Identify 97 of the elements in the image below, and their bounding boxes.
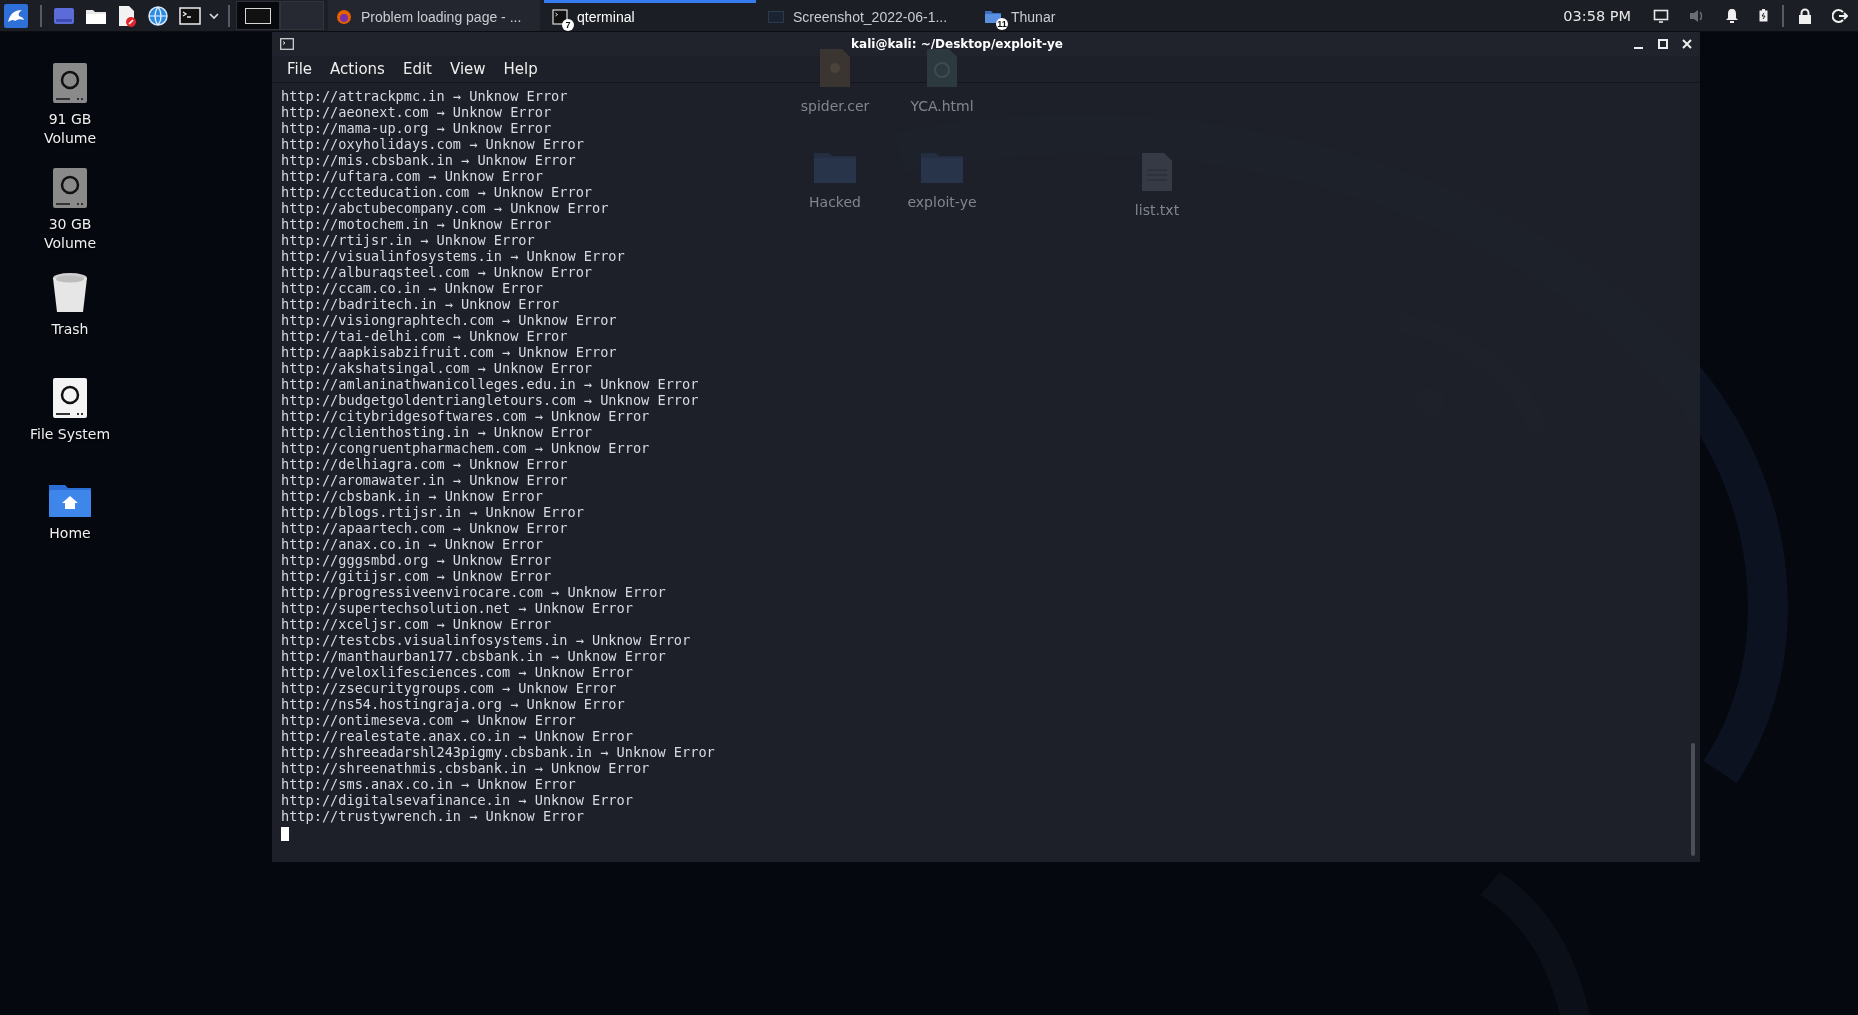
output-line: http://akshatsingal.com → Unknow Error xyxy=(281,360,592,376)
output-line: http://visualinfosystems.in → Unknow Error xyxy=(281,248,625,264)
output-line: http://clienthosting.in → Unknow Error xyxy=(281,424,592,440)
output-line: http://congruentpharmachem.com → Unknow Error xyxy=(281,440,650,456)
browser-icon xyxy=(336,9,352,25)
output-line: http://aapkisabzifruit.com → Unknow Error xyxy=(281,344,617,360)
clock[interactable]: 03:58 PM xyxy=(1563,7,1631,24)
output-line: http://blogs.rtijsr.in → Unknow Error xyxy=(281,504,584,520)
menu-item[interactable]: Actions xyxy=(323,58,392,80)
output-line: http://ccteducation.com → Unknow Error xyxy=(281,184,592,200)
dragon-logo-icon[interactable] xyxy=(4,3,28,28)
output-line: http://gitijsr.com → Unknow Error xyxy=(281,568,552,584)
output-line: http://motochem.in → Unknow Error xyxy=(281,216,552,232)
menu-item[interactable]: Help xyxy=(496,58,545,80)
output-line: http://digitalsevafinance.in → Unknow Error xyxy=(281,792,633,808)
output-line: http://manthaurban177.cbsbank.in → Unknow Error xyxy=(281,648,666,664)
output-line: http://citybridgesoftwares.com → Unknow Error xyxy=(281,408,650,424)
count-badge: 11 xyxy=(996,18,1008,30)
taskbar-task[interactable]: 7 qterminal xyxy=(544,0,756,31)
text-editor-icon[interactable] xyxy=(117,4,137,27)
close-icon[interactable] xyxy=(1682,39,1692,49)
count-badge: 7 xyxy=(562,19,574,31)
output-line: http://abctubecompany.com → Unknow Error xyxy=(281,200,609,216)
file-label: spider.cer xyxy=(800,98,870,114)
drive-icon[interactable] xyxy=(52,62,88,104)
icon-label: 91 GB Volume xyxy=(42,110,98,148)
window-title: kali@kali: ~/Desktop/exploit-ye xyxy=(850,37,1064,51)
home-folder-icon[interactable] xyxy=(48,482,92,518)
logout-icon[interactable] xyxy=(1832,7,1848,24)
terminal-icon[interactable] xyxy=(179,6,201,25)
display-icon[interactable] xyxy=(1653,8,1669,23)
output-line: http://shreenathmis.cbsbank.in → Unknow Error xyxy=(281,760,650,776)
text-cursor xyxy=(281,827,289,841)
output-line: http://alburaqsteel.com → Unknow Error xyxy=(281,264,592,280)
icon-label: Home xyxy=(48,524,92,543)
task-label: qterminal xyxy=(577,9,635,25)
output-line: http://testcbs.visualinfosystems.in → Unknow Error xyxy=(281,632,691,648)
terminal-icon xyxy=(552,9,568,25)
output-line: http://xceljsr.com → Unknow Error xyxy=(281,616,552,632)
output-line: http://aeonext.com → Unknow Error xyxy=(281,104,552,120)
lock-icon[interactable] xyxy=(1798,7,1812,24)
output-line: http://progressiveenvirocare.com → Unknow Error xyxy=(281,584,666,600)
output-line: http://amlaninathwanicolleges.edu.in → Unknow Error xyxy=(281,376,699,392)
task-label: Screenshot_2022-06-1... xyxy=(793,9,948,25)
caret-icon[interactable] xyxy=(209,11,219,20)
output-line: http://anax.co.in → Unknow Error xyxy=(281,536,543,552)
icon-label: File System xyxy=(28,425,112,444)
trash-icon[interactable] xyxy=(52,272,88,314)
menu-item[interactable]: View xyxy=(442,58,493,80)
terminal-icon xyxy=(280,38,294,50)
file-label: exploit-ye xyxy=(907,194,977,210)
output-line: http://oxyholidays.com → Unknow Error xyxy=(281,136,584,152)
desktop-icon[interactable] xyxy=(53,6,75,25)
globe-icon[interactable] xyxy=(147,4,169,27)
output-line: http://budgetgoldentriangletours.com → Unknow Error xyxy=(281,392,699,408)
output-line: http://realestate.anax.co.in → Unknow Error xyxy=(281,728,633,744)
output-line: http://cbsbank.in → Unknow Error xyxy=(281,488,543,504)
output-line: http://aromawater.in → Unknow Error xyxy=(281,472,568,488)
icon-label: Trash xyxy=(50,320,90,339)
output-line: http://delhiagra.com → Unknow Error xyxy=(281,456,568,472)
taskbar-task[interactable]: Problem loading page - ... xyxy=(328,0,540,31)
output-line: http://visiongraphtech.com → Unknow Error xyxy=(281,312,617,328)
output-line: http://supertechsolution.net → Unknow Error xyxy=(281,600,633,616)
file-label: Hacked xyxy=(809,194,861,210)
bell-icon[interactable] xyxy=(1725,7,1739,24)
battery-icon[interactable] xyxy=(1759,9,1768,22)
output-line: http://uftara.com → Unknow Error xyxy=(281,168,543,184)
output-line: http://mama-up.org → Unknow Error xyxy=(281,120,552,136)
file-label: YCA.html xyxy=(910,98,974,114)
menu-item[interactable]: Edit xyxy=(395,58,439,80)
task-label: Thunar xyxy=(1011,9,1056,25)
output-line: http://sms.anax.co.in → Unknow Error xyxy=(281,776,576,792)
output-line: http://trustywrench.in → Unknow Error xyxy=(281,808,584,824)
file-label: list.txt xyxy=(1134,202,1180,218)
output-line: http://zsecuritygroups.com → Unknow Error xyxy=(281,680,617,696)
output-line: http://rtijsr.in → Unknow Error xyxy=(281,232,535,248)
output-line: http://ccam.co.in → Unknow Error xyxy=(281,280,543,296)
output-line: http://tai-delhi.com → Unknow Error xyxy=(281,328,568,344)
task-label: Problem loading page - ... xyxy=(361,9,522,25)
menu-item[interactable]: File xyxy=(280,58,320,80)
output-line: http://apaartech.com → Unknow Error xyxy=(281,520,568,536)
image-icon xyxy=(768,11,784,23)
output-line: http://attrackpmc.in → Unknow Error xyxy=(281,88,568,104)
workspace-button[interactable] xyxy=(236,1,280,30)
scrollbar-thumb[interactable] xyxy=(1691,743,1695,856)
drive-icon[interactable] xyxy=(52,167,88,209)
maximize-icon[interactable] xyxy=(1658,39,1668,49)
output-line: http://badritech.in → Unknow Error xyxy=(281,296,560,312)
icon-label: 30 GB Volume xyxy=(42,215,98,253)
output-line: http://shreeadarshl243pigmy.cbsbank.in → Unknow Error xyxy=(281,744,715,760)
output-line: http://gggsmbd.org → Unknow Error xyxy=(281,552,552,568)
output-line: http://ns54.hostingraja.org → Unknow Error xyxy=(281,696,625,712)
output-line: http://veloxlifesciences.com → Unknow Error xyxy=(281,664,633,680)
drive-icon[interactable] xyxy=(52,377,88,419)
output-line: http://mis.cbsbank.in → Unknow Error xyxy=(281,152,576,168)
volume-icon[interactable] xyxy=(1689,8,1705,23)
output-line: http://ontimeseva.com → Unknow Error xyxy=(281,712,576,728)
